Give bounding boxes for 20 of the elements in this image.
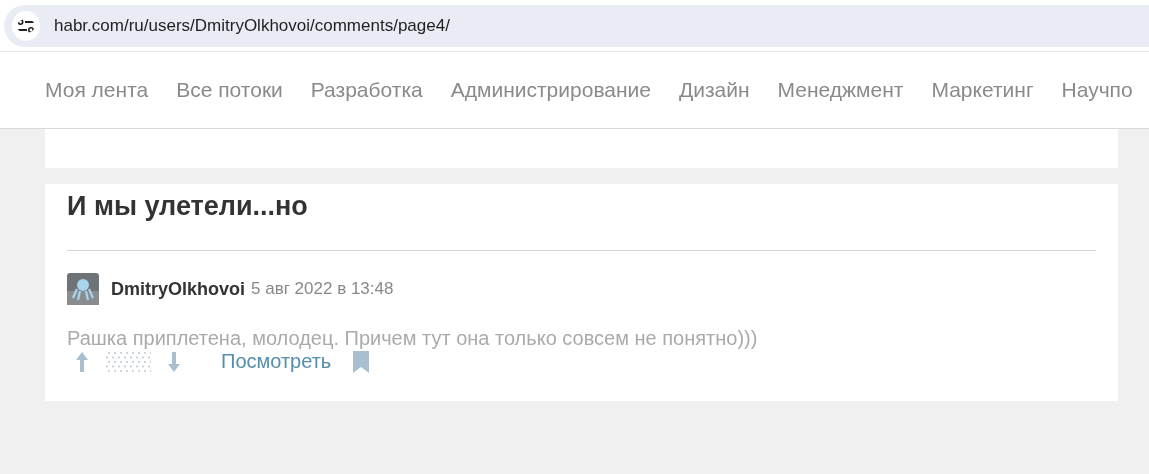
nav-link[interactable]: Маркетинг <box>931 78 1034 102</box>
author-name[interactable]: DmitryOlkhovoi <box>111 278 246 300</box>
url-text: habr.com/ru/users/DmitryOlkhovoi/comments/page4/ <box>54 15 450 36</box>
nav-link[interactable]: Моя лента <box>45 78 149 102</box>
bookmark-icon[interactable] <box>353 350 370 373</box>
arrow-up-icon[interactable] <box>75 350 89 373</box>
comment-text: Рашка приплетена, молодец. Причем тут она только совсем не понятно))) <box>67 327 759 350</box>
post-title[interactable]: И мы улетели...но <box>67 188 1096 224</box>
comment-date: 5 авг 2022 в 13:48 <box>251 279 394 299</box>
nav-link[interactable]: Научпо <box>1061 78 1133 102</box>
site-settings-icon[interactable] <box>12 10 40 41</box>
address-bar[interactable]: habr.com/ru/users/DmitryOlkhovoi/comments/page4/ <box>4 4 1149 47</box>
arrow-down-icon[interactable] <box>167 350 181 373</box>
dotted-rating-icon <box>105 351 151 372</box>
view-link[interactable]: Посмотреть <box>221 350 332 373</box>
nav-link[interactable]: Дизайн <box>679 78 750 102</box>
nav-link[interactable]: Все потоки <box>176 78 283 102</box>
nav-link[interactable]: Разработка <box>310 78 423 102</box>
nav-link[interactable]: Менеджмент <box>777 78 904 102</box>
nav-link[interactable]: Администрирование <box>450 78 651 102</box>
